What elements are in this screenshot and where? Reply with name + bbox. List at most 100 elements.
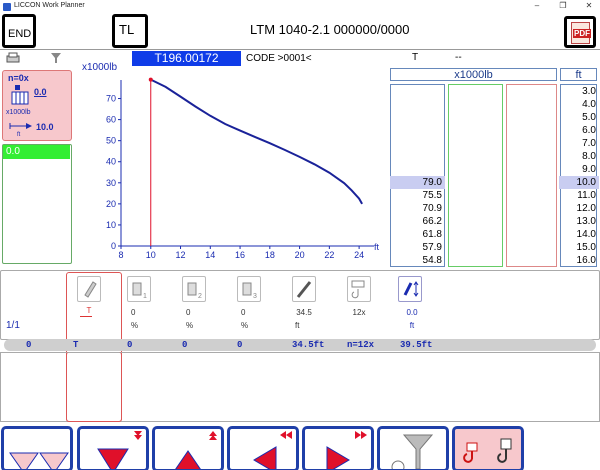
load-cell[interactable]: 66.2 (390, 215, 445, 228)
move-left-button[interactable] (227, 426, 299, 470)
ctl1-unit: % (131, 321, 139, 330)
load-cell[interactable]: 70.9 (390, 202, 445, 215)
counterweight-icon (11, 85, 29, 105)
x-tick-label: 20 (295, 250, 305, 260)
ft-table-header: ft (560, 68, 597, 81)
summary-col-7: n=12x (347, 340, 375, 350)
minimize-button[interactable]: – (528, 0, 546, 13)
summary-col-8: 39.5ft (400, 340, 433, 350)
radius-arrow-icon (9, 123, 32, 129)
hook-unit: ft (409, 321, 415, 330)
load-cell[interactable]: 61.8 (390, 228, 445, 241)
y-tick-label: 20 (106, 199, 116, 209)
crane-hook-icon (463, 438, 512, 463)
load-table-header: x1000lb (390, 68, 557, 81)
counterweight-1-button[interactable]: 1 (127, 276, 151, 302)
pdf-icon: PDF (571, 22, 591, 44)
end-button[interactable]: END (2, 14, 36, 48)
ft-cell[interactable]: 6.0 (559, 124, 599, 137)
move-down-button[interactable] (77, 426, 149, 470)
app-title: LICCON Work Planner (14, 2, 85, 9)
boom-length-unit: ft (295, 321, 300, 330)
green-value[interactable]: 0.0 (3, 145, 70, 159)
load-cell[interactable]: 57.9 (390, 241, 445, 254)
ft-cell[interactable]: 4.0 (559, 98, 599, 111)
ft-cell[interactable]: 13.0 (559, 215, 599, 228)
reeving-value: 12x (352, 308, 366, 317)
crane-mode-button[interactable] (452, 426, 524, 470)
edit-mode-button[interactable] (77, 276, 101, 302)
counterweight-3-button[interactable]: 3 (237, 276, 261, 302)
move-right-button[interactable] (302, 426, 374, 470)
summary-row[interactable]: 0 T 0 0 0 34.5ft n=12x 39.5ft (4, 339, 596, 351)
ft-cell[interactable]: 16.0 (559, 254, 599, 267)
load-column-3 (506, 84, 557, 267)
svg-text:2: 2 (198, 293, 202, 300)
selected-column-lower (66, 352, 122, 422)
boom-icon (296, 281, 312, 298)
x-tick-label: 10 (146, 250, 156, 260)
load-cell[interactable]: 75.5 (390, 189, 445, 202)
up-triangle-icon (174, 431, 217, 470)
counterweight-label: n=0x (8, 73, 29, 83)
ft-cell[interactable]: 15.0 (559, 241, 599, 254)
filter-icon[interactable] (50, 52, 62, 64)
load-value: 0.0 (34, 87, 47, 97)
hook-height-button[interactable] (398, 276, 422, 302)
page-indicator: 1/1 (6, 320, 20, 331)
ft-cell[interactable]: 11.0 (559, 189, 599, 202)
ft-cell[interactable]: 7.0 (559, 137, 599, 150)
chart-y-label: x1000lb (82, 62, 117, 73)
load-curve-line (150, 78, 363, 205)
load-cell[interactable]: 54.8 (390, 254, 445, 267)
weight-3-icon: 3 (242, 282, 257, 300)
close-button[interactable]: ✕ (580, 0, 598, 13)
tl-button[interactable]: TL (112, 14, 148, 48)
load-column-2 (448, 84, 503, 267)
radius-value: 10.0 (36, 122, 54, 132)
y-tick-label: 0 (111, 241, 116, 251)
restore-button[interactable]: ❐ (554, 0, 572, 13)
svg-text:3: 3 (253, 293, 257, 300)
reeving-button[interactable] (347, 276, 371, 302)
ft-cell[interactable]: 5.0 (559, 111, 599, 124)
value-panel (2, 144, 72, 264)
ft-cell[interactable]: 3.0 (559, 85, 599, 98)
ft-cell[interactable]: 12.0 (559, 202, 599, 215)
pdf-button[interactable]: PDF (564, 16, 596, 48)
x-tick-label: 12 (176, 250, 186, 260)
ctl1-value: 0 (131, 308, 136, 317)
y-tick-label: 40 (106, 157, 116, 167)
double-down-triangle-icon (9, 452, 69, 470)
ft-cell[interactable]: 14.0 (559, 228, 599, 241)
down-triangle-icon (97, 431, 142, 470)
window-titlebar: LICCON Work Planner – ❐ ✕ (0, 0, 600, 14)
ft-cell[interactable]: 9.0 (559, 163, 599, 176)
x-tick-label: 14 (205, 250, 215, 260)
hook-reeving-icon (351, 280, 365, 299)
tl-label: TL (119, 22, 135, 37)
crane-config-card[interactable]: n=0x 0.0 x1000lb 10.0 ft (2, 70, 72, 141)
move-up-button[interactable] (152, 426, 224, 470)
filter-button[interactable] (377, 426, 449, 470)
boom-length-button[interactable] (292, 276, 316, 302)
hook-height-icon (403, 281, 419, 297)
y-tick-label: 10 (106, 220, 116, 230)
y-tick-label: 30 (106, 178, 116, 188)
x-tick-label: 24 (354, 250, 364, 260)
summary-col-1: 0 (26, 340, 32, 350)
pdf-label: PDF (573, 29, 591, 38)
right-triangle-icon (326, 431, 367, 470)
counterweight-2-button[interactable]: 2 (182, 276, 206, 302)
summary-col-4: 0 (182, 340, 188, 350)
print-icon[interactable] (6, 52, 20, 64)
ft-cell[interactable]: 8.0 (559, 150, 599, 163)
ctl-mode-value: T (86, 306, 92, 315)
ctl2-unit: % (186, 321, 194, 330)
left-triangle-icon (253, 431, 292, 470)
load-cell[interactable]: 79.0 (390, 176, 445, 189)
mode-underline (80, 316, 92, 317)
collapse-all-button[interactable] (1, 426, 73, 470)
ft-cell[interactable]: 10.0 (559, 176, 599, 189)
app-logo-icon (3, 3, 11, 11)
